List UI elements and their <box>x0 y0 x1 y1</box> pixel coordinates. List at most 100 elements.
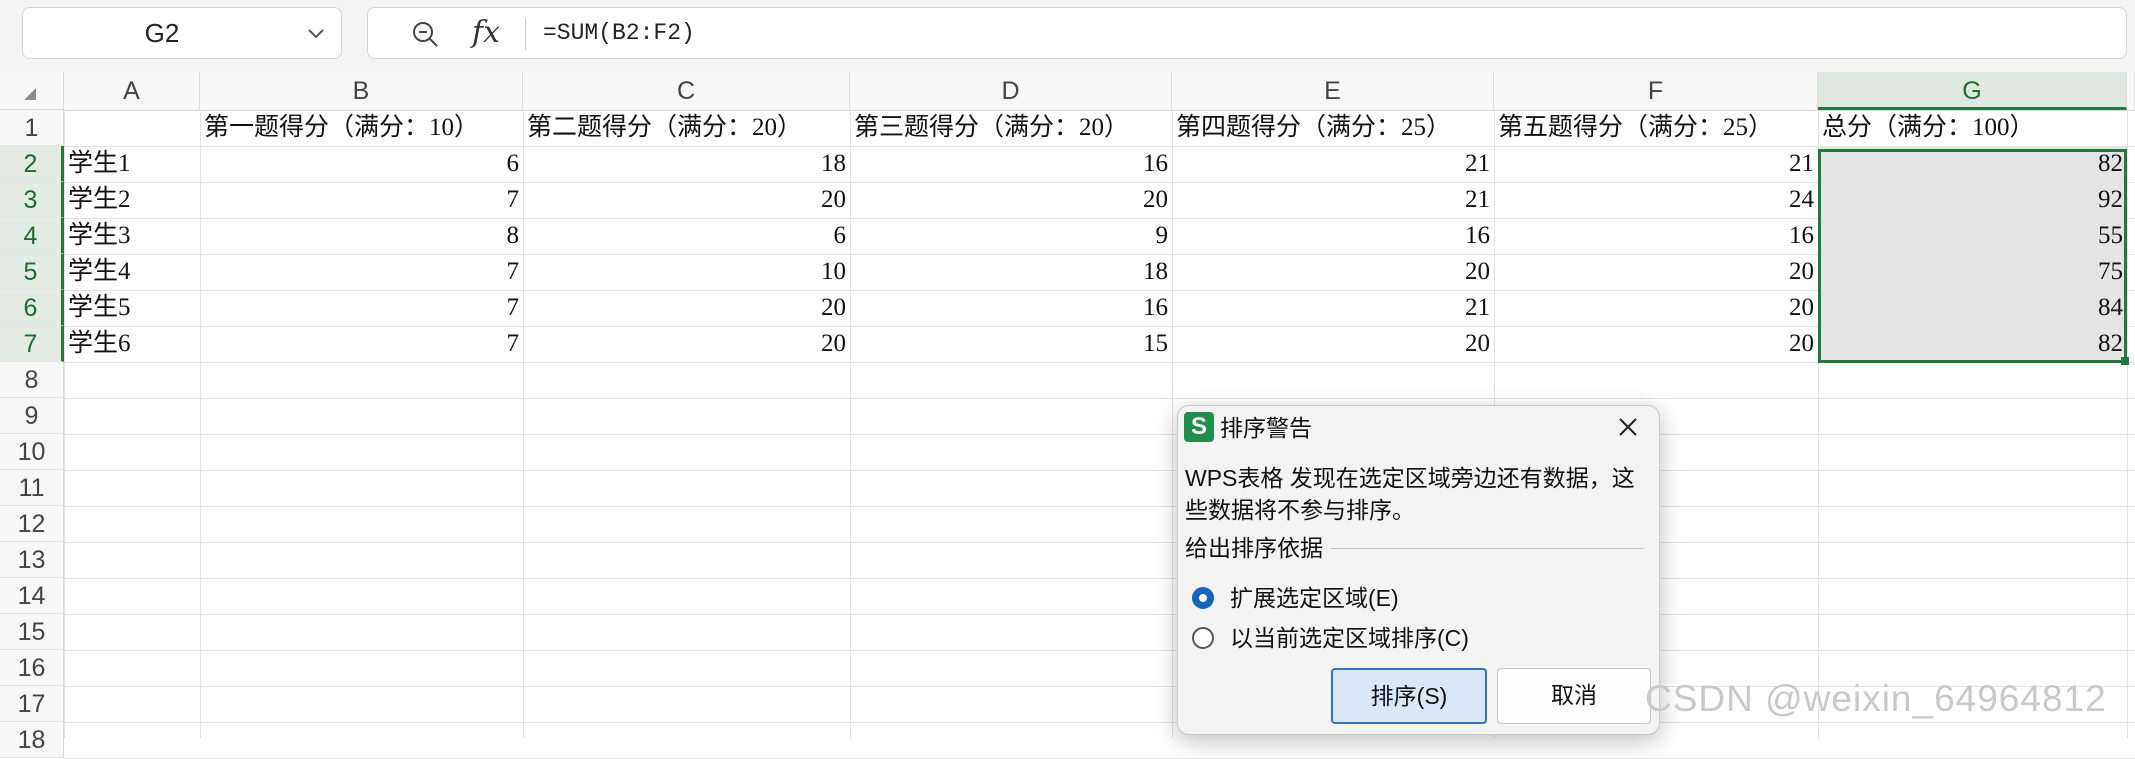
table-cell[interactable]: 20 <box>523 182 850 218</box>
table-cell[interactable]: 92 <box>1818 182 2127 218</box>
radio-unchecked-icon[interactable] <box>1192 627 1214 649</box>
table-cell[interactable]: 20 <box>850 182 1172 218</box>
table-cell[interactable]: 75 <box>1818 254 2127 290</box>
table-cell[interactable]: 9 <box>850 218 1172 254</box>
row-header-10[interactable]: 10 <box>0 434 64 470</box>
row-header-1[interactable]: 1 <box>0 110 64 146</box>
header-cell[interactable]: 第一题得分（满分：10） <box>200 110 523 146</box>
table-cell[interactable]: 7 <box>200 254 523 290</box>
row-header-4[interactable]: 4 <box>0 218 64 254</box>
table-cell[interactable]: 学生4 <box>64 254 200 290</box>
table-cell[interactable]: 18 <box>850 254 1172 290</box>
chevron-down-icon[interactable] <box>305 22 327 44</box>
gridline <box>64 614 2135 615</box>
fill-handle[interactable] <box>2121 357 2129 365</box>
name-box[interactable]: G2 <box>22 7 342 59</box>
sort-button[interactable]: 排序(S) <box>1331 668 1487 724</box>
table-cell[interactable]: 7 <box>200 290 523 326</box>
header-cell[interactable]: 第五题得分（满分：25） <box>1494 110 1818 146</box>
column-header-h[interactable] <box>2127 72 2135 110</box>
table-cell[interactable]: 10 <box>523 254 850 290</box>
row-header-17[interactable]: 17 <box>0 686 64 722</box>
table-cell[interactable]: 21 <box>1494 146 1818 182</box>
header-cell[interactable]: 第四题得分（满分：25） <box>1172 110 1494 146</box>
gridline <box>64 398 2135 399</box>
table-cell[interactable]: 82 <box>1818 326 2127 362</box>
table-cell[interactable]: 6 <box>523 218 850 254</box>
header-cell[interactable]: 第三题得分（满分：20） <box>850 110 1172 146</box>
gridline <box>64 506 2135 507</box>
row-header-12[interactable]: 12 <box>0 506 64 542</box>
row-header-18[interactable]: 18 <box>0 722 64 758</box>
column-header-d[interactable]: D <box>850 72 1172 110</box>
table-cell[interactable]: 82 <box>1818 146 2127 182</box>
formula-input[interactable]: fx =SUM(B2:F2) <box>367 7 2127 59</box>
table-cell[interactable]: 6 <box>200 146 523 182</box>
radio-checked-icon[interactable] <box>1192 587 1214 609</box>
table-cell[interactable]: 学生5 <box>64 290 200 326</box>
row-header-2[interactable]: 2 <box>0 146 64 182</box>
gridline <box>64 470 2135 471</box>
radio-label: 扩展选定区域(E) <box>1230 585 1399 611</box>
table-cell[interactable]: 21 <box>1172 182 1494 218</box>
table-cell[interactable]: 16 <box>850 146 1172 182</box>
row-header-8[interactable]: 8 <box>0 362 64 398</box>
row-header-6[interactable]: 6 <box>0 290 64 326</box>
table-cell[interactable]: 学生1 <box>64 146 200 182</box>
table-cell[interactable]: 20 <box>523 290 850 326</box>
header-cell[interactable]: 总分（满分：100） <box>1818 110 2127 146</box>
row-header-11[interactable]: 11 <box>0 470 64 506</box>
table-cell[interactable]: 24 <box>1494 182 1818 218</box>
formula-text[interactable]: =SUM(B2:F2) <box>543 8 695 58</box>
table-cell[interactable]: 21 <box>1172 290 1494 326</box>
row-header-7[interactable]: 7 <box>0 326 64 362</box>
table-cell[interactable]: 15 <box>850 326 1172 362</box>
table-cell[interactable]: 20 <box>1494 290 1818 326</box>
close-icon[interactable] <box>1615 414 1641 440</box>
row-header-3[interactable]: 3 <box>0 182 64 218</box>
table-cell[interactable]: 学生2 <box>64 182 200 218</box>
table-cell[interactable]: 7 <box>200 182 523 218</box>
table-cell[interactable]: 16 <box>1494 218 1818 254</box>
gridline <box>64 434 2135 435</box>
table-cell[interactable]: 学生3 <box>64 218 200 254</box>
gridline <box>64 650 2135 651</box>
table-cell[interactable]: 20 <box>1494 326 1818 362</box>
table-cell[interactable]: 8 <box>200 218 523 254</box>
cancel-button[interactable]: 取消 <box>1497 668 1651 724</box>
header-cell[interactable] <box>64 110 200 146</box>
row-header-13[interactable]: 13 <box>0 542 64 578</box>
gridline <box>64 542 2135 543</box>
table-cell[interactable]: 18 <box>523 146 850 182</box>
column-header-a[interactable]: A <box>64 72 200 110</box>
name-box-value: G2 <box>144 18 180 48</box>
table-cell[interactable]: 20 <box>1172 326 1494 362</box>
column-header-c[interactable]: C <box>523 72 850 110</box>
table-cell[interactable]: 16 <box>850 290 1172 326</box>
column-header-b[interactable]: B <box>200 72 523 110</box>
row-header-15[interactable]: 15 <box>0 614 64 650</box>
table-cell[interactable]: 7 <box>200 326 523 362</box>
fx-icon[interactable]: fx <box>472 12 500 54</box>
row-header-9[interactable]: 9 <box>0 398 64 434</box>
zoom-out-icon[interactable] <box>410 19 440 49</box>
column-header-g[interactable]: G <box>1818 72 2127 110</box>
header-cell[interactable]: 第二题得分（满分：20） <box>523 110 850 146</box>
watermark: CSDN @weixin_64964812 <box>1645 678 2107 719</box>
radio-label: 以当前选定区域排序(C) <box>1230 625 1469 651</box>
table-cell[interactable]: 84 <box>1818 290 2127 326</box>
table-cell[interactable]: 20 <box>1172 254 1494 290</box>
table-cell[interactable]: 55 <box>1818 218 2127 254</box>
row-header-16[interactable]: 16 <box>0 650 64 686</box>
table-cell[interactable]: 20 <box>1494 254 1818 290</box>
row-header-14[interactable]: 14 <box>0 578 64 614</box>
column-header-f[interactable]: F <box>1494 72 1818 110</box>
gridline <box>64 578 2135 579</box>
column-header-e[interactable]: E <box>1172 72 1494 110</box>
table-cell[interactable]: 20 <box>523 326 850 362</box>
gridline <box>64 362 2135 363</box>
table-cell[interactable]: 16 <box>1172 218 1494 254</box>
row-header-5[interactable]: 5 <box>0 254 64 290</box>
table-cell[interactable]: 21 <box>1172 146 1494 182</box>
table-cell[interactable]: 学生6 <box>64 326 200 362</box>
